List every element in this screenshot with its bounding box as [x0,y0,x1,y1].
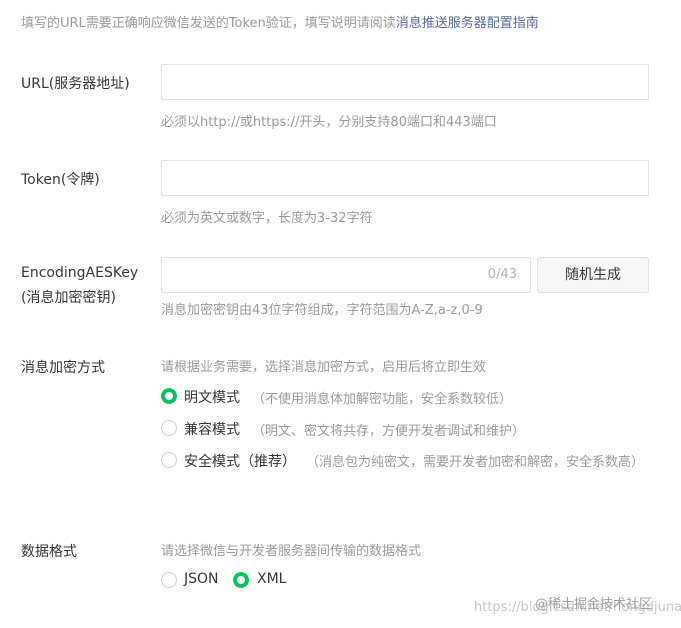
xml-format-label[interactable]: XML [257,571,286,587]
token-input[interactable] [161,160,649,196]
aes-key-counter: 0/43 [487,267,517,282]
random-generate-button[interactable]: 随机生成 [537,257,649,293]
watermark-site: @稀土掘金技术社区 [535,597,653,612]
encryption-hint: 请根据业务需要，选择消息加密方式，启用后将立即生效 [161,360,487,375]
data-format-label: 数据格式 [21,544,77,560]
intro-description: 填写的URL需要正确响应微信发送的Token验证，填写说明请阅读 [21,16,396,31]
compatible-mode-radio[interactable] [161,420,177,436]
url-input[interactable] [161,64,649,100]
secure-mode-desc: （消息包为纯密文，需要开发者加密和解密，安全系数高） [306,455,645,470]
config-guide-link[interactable]: 消息推送服务器配置指南 [396,16,539,31]
token-label: Token(令牌) [21,172,100,188]
url-label: URL(服务器地址) [21,76,130,92]
plaintext-mode-label[interactable]: 明文模式 [184,387,240,407]
token-hint: 必须为英文或数字，长度为3-32字符 [161,211,373,226]
compatible-mode-label[interactable]: 兼容模式 [184,419,240,439]
aes-key-sublabel: (消息加密密钥) [21,290,116,306]
xml-format-radio[interactable] [233,572,249,588]
plaintext-mode-desc: （不使用消息体加解密功能，安全系数较低） [252,392,513,407]
encryption-label: 消息加密方式 [21,360,105,376]
json-format-radio[interactable] [161,572,177,588]
aes-key-label: EncodingAESKey [21,265,139,281]
compatible-mode-desc: （明文、密文将共存，方便开发者调试和维护） [252,424,526,439]
data-format-hint: 请选择微信与开发者服务器间传输的数据格式 [161,544,422,559]
url-hint: 必须以http://或https://开头，分别支持80端口和443端口 [161,115,497,130]
aes-key-hint: 消息加密密钥由43位字符组成，字符范围为A-Z,a-z,0-9 [161,303,483,318]
plaintext-mode-radio[interactable] [161,388,177,404]
json-format-label[interactable]: JSON [184,571,219,587]
intro-text: 填写的URL需要正确响应微信发送的Token验证，填写说明请阅读消息推送服务器配… [21,12,539,31]
aes-key-input[interactable]: 0/43 [161,257,531,293]
